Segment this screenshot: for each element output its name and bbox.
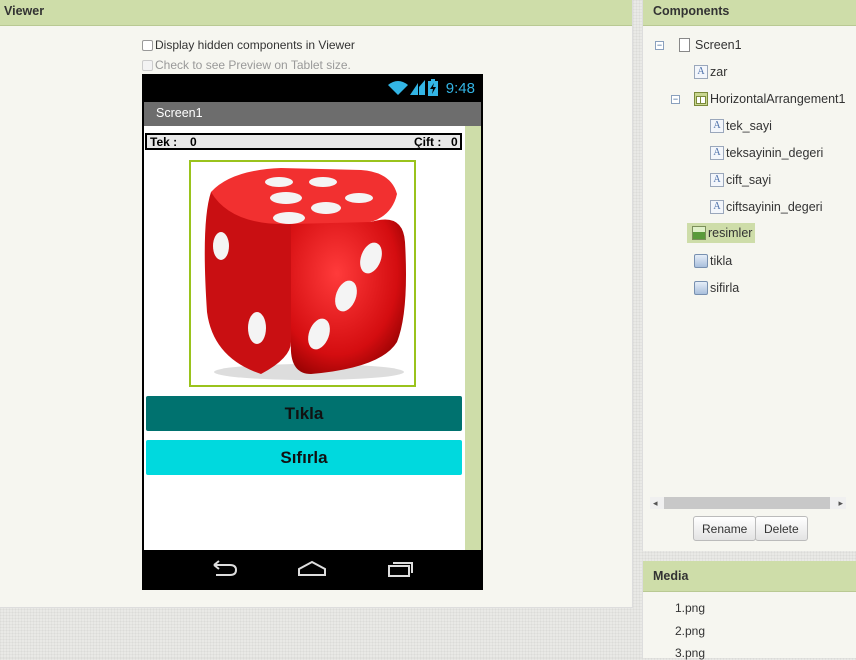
phone-screen: Tek : 0 Çift : 0 Tıkla Sıfırla	[144, 126, 481, 550]
cift-sayi-label[interactable]: Çift :	[414, 135, 441, 149]
label-icon: A	[710, 173, 724, 187]
ciftsayinin-degeri-label[interactable]: 0	[451, 135, 458, 149]
status-bar: 9:48	[142, 74, 483, 102]
button-icon	[694, 281, 708, 295]
tree-item-teksayinin-degeri[interactable]: A teksayinin_degeri	[710, 146, 823, 160]
screen-title-bar: Screen1	[144, 102, 481, 126]
dice-image	[204, 168, 406, 380]
horizontal-arrangement[interactable]: Tek : 0 Çift : 0	[145, 133, 462, 150]
label-icon: A	[710, 119, 724, 133]
screen-scroll-strip	[465, 126, 481, 550]
media-file-1[interactable]: 1.png	[675, 601, 705, 615]
tree-item-label: sifirla	[710, 281, 740, 295]
media-file-2[interactable]: 2.png	[675, 624, 705, 638]
status-clock: 9:48	[445, 80, 475, 97]
viewer-title: Viewer	[0, 0, 632, 26]
label-icon: A	[694, 65, 708, 79]
label-icon: A	[710, 200, 724, 214]
tablet-preview-row[interactable]: Check to see Preview on Tablet size.	[142, 58, 351, 72]
scroll-left-icon[interactable]: ◂	[653, 498, 658, 509]
tree-item-label: HorizontalArrangement1	[710, 92, 846, 106]
tree-item-label: teksayinin_degeri	[726, 146, 824, 160]
home-icon	[298, 560, 326, 576]
sifirla-button[interactable]: Sıfırla	[146, 440, 462, 475]
collapse-screen1-icon[interactable]: −	[655, 41, 664, 50]
android-nav-bar	[142, 550, 483, 590]
tek-sayi-label[interactable]: Tek :	[150, 135, 177, 149]
display-hidden-row[interactable]: Display hidden components in Viewer	[142, 38, 355, 52]
media-title: Media	[643, 561, 856, 592]
display-hidden-label[interactable]: Display hidden components in Viewer	[155, 38, 355, 52]
label-icon: A	[710, 146, 724, 160]
scroll-right-icon[interactable]: ▸	[838, 498, 843, 509]
phone-preview: 9:48 Screen1 Tek : 0 Çift : 0 Tıkla Sıfı…	[142, 74, 483, 590]
tree-item-screen1[interactable]: Screen1	[679, 38, 742, 52]
components-title: Components	[643, 0, 856, 26]
recent-apps-icon	[388, 562, 413, 577]
tree-item-label: zar	[710, 65, 728, 79]
rename-button[interactable]: Rename	[693, 516, 757, 541]
image-icon	[692, 226, 706, 240]
tree-item-tikla[interactable]: tikla	[694, 254, 732, 268]
components-panel: Components	[642, 0, 856, 551]
back-icon	[213, 560, 238, 576]
tree-item-zar[interactable]: A zar	[694, 65, 727, 79]
tree-item-tek-sayi[interactable]: A tek_sayi	[710, 119, 772, 133]
tree-item-label: cift_sayi	[726, 173, 772, 187]
tree-item-label: tek_sayi	[726, 119, 772, 133]
horizontal-arrangement-icon	[694, 92, 708, 106]
tikla-button[interactable]: Tıkla	[146, 396, 462, 431]
screen-title: Screen1	[156, 106, 203, 120]
tree-item-label: resimler	[708, 226, 753, 240]
button-icon	[694, 254, 708, 268]
components-scrollbar[interactable]: ◂ ▸	[650, 497, 846, 509]
tree-item-label: ciftsayinin_degeri	[726, 200, 823, 214]
scroll-thumb[interactable]	[664, 497, 830, 509]
wifi-signal-icon	[388, 80, 425, 95]
screen-icon	[679, 38, 690, 52]
battery-icon	[428, 79, 438, 96]
teksayinin-degeri-label[interactable]: 0	[190, 135, 197, 149]
delete-button[interactable]: Delete	[755, 516, 808, 541]
tree-item-sifirla[interactable]: sifirla	[694, 281, 739, 295]
tablet-preview-checkbox[interactable]	[142, 59, 153, 71]
tree-item-resimler[interactable]: resimler	[687, 223, 756, 243]
collapse-horizontalarrangement1-icon[interactable]: −	[671, 95, 680, 104]
tree-item-label: Screen1	[695, 38, 742, 52]
resimler-image[interactable]	[189, 160, 416, 387]
tree-item-label: tikla	[710, 254, 733, 268]
tree-item-ciftsayinin-degeri[interactable]: A ciftsayinin_degeri	[710, 200, 823, 214]
tablet-preview-label[interactable]: Check to see Preview on Tablet size.	[155, 58, 351, 72]
tree-item-horizontalarrangement1[interactable]: HorizontalArrangement1	[694, 92, 846, 106]
tree-item-cift-sayi[interactable]: A cift_sayi	[710, 173, 771, 187]
display-hidden-checkbox[interactable]	[142, 39, 153, 51]
